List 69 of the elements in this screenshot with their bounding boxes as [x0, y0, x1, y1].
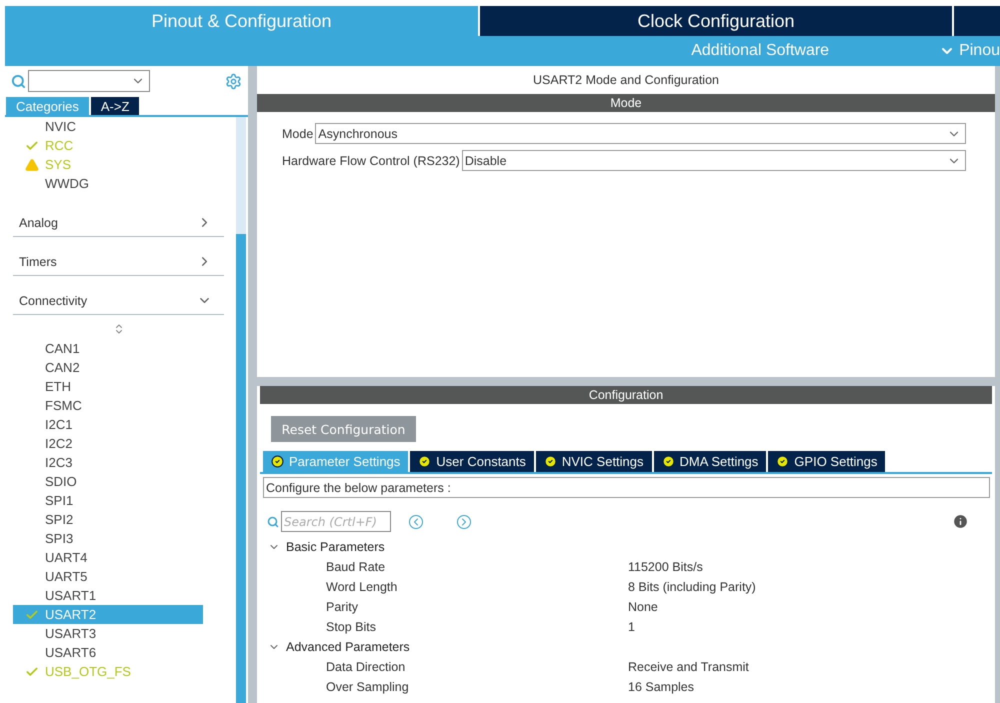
group-row[interactable]: Advanced Parameters	[268, 637, 992, 657]
config-tab[interactable]: GPIO Settings	[768, 451, 886, 472]
peripheral-item[interactable]: ETH	[13, 377, 224, 396]
config-tab[interactable]: NVIC Settings	[536, 451, 652, 472]
parameter-value[interactable]: Receive and Transmit	[628, 660, 749, 674]
peripheral-item[interactable]: USART6	[13, 643, 224, 662]
section-header: Mode	[257, 94, 995, 112]
scrollbar[interactable]	[995, 66, 1000, 703]
next-icon[interactable]	[457, 514, 471, 528]
field-label: Hardware Flow Control (RS232)	[282, 154, 460, 168]
parameter-name: Data Direction	[326, 660, 406, 674]
parameter-name: Stop Bits	[326, 620, 378, 634]
group-label: Advanced Parameters	[286, 640, 410, 654]
dropdown-field[interactable]: Disable	[462, 150, 966, 171]
peripheral-item[interactable]: WWDG	[13, 174, 224, 193]
field-label: Mode	[282, 126, 314, 140]
panel-title: USART2 Mode and Configuration	[532, 72, 720, 89]
peripheral-item[interactable]: SPI3	[13, 529, 224, 548]
peripheral-item[interactable]: FSMC	[13, 396, 224, 415]
dropdown-field[interactable]: Asynchronous	[315, 123, 966, 144]
parameter-name: Word Length	[326, 580, 398, 594]
peripheral-item[interactable]: SPI1	[13, 491, 224, 510]
peripheral-item[interactable]: I2C1	[13, 415, 224, 434]
section-header: Configuration	[260, 386, 992, 404]
check-circle-icon	[544, 455, 557, 468]
check-circle-icon	[662, 455, 675, 468]
category-label: Analog	[19, 216, 58, 230]
category-header[interactable]: Analog	[13, 198, 224, 237]
peripheral-item[interactable]: USART1	[13, 586, 224, 605]
category-label: Timers	[19, 255, 57, 269]
check-circle-icon	[271, 455, 284, 468]
category-label: Connectivity	[19, 294, 88, 308]
config-tab[interactable]: DMA Settings	[654, 451, 766, 472]
info-icon[interactable]	[952, 513, 969, 530]
parameter-value[interactable]: 8 Bits (including Parity)	[628, 580, 756, 594]
peripheral-item[interactable]: CAN2	[13, 358, 224, 377]
group-label: Basic Parameters	[286, 540, 385, 554]
search-field[interactable]: Search (Crtl+F)	[281, 511, 391, 532]
config-tab[interactable]: User Constants	[410, 451, 534, 472]
search-icon	[267, 516, 279, 528]
peripheral-item[interactable]: USART3	[13, 624, 224, 643]
view-tab[interactable]: A->Z	[90, 97, 140, 115]
check-circle-icon	[776, 455, 790, 468]
group-row[interactable]: Basic Parameters	[268, 537, 992, 557]
parameter-value[interactable]: 115200 Bits/s	[628, 560, 703, 574]
category-header[interactable]: Timers	[13, 237, 224, 276]
parameter-name: Over Sampling	[326, 680, 410, 694]
peripheral-item[interactable]: UART5	[13, 567, 224, 586]
parameter-name: Baud Rate	[326, 560, 386, 574]
parameter-value[interactable]: None	[628, 600, 658, 614]
peripheral-item[interactable]: SPI2	[13, 510, 224, 529]
parameter-value[interactable]: 16 Samples	[628, 680, 694, 694]
check-circle-icon	[418, 455, 432, 468]
search-icon	[11, 74, 26, 88]
peripheral-item[interactable]: NVIC	[13, 117, 224, 136]
peripheral-item[interactable]: UART4	[13, 548, 224, 567]
parameter-name: Parity	[326, 600, 359, 614]
peripheral-item[interactable]: I2C3	[13, 453, 224, 472]
top-tab[interactable]: Clock Configuration	[480, 6, 954, 36]
parameter-value[interactable]: 1	[628, 620, 635, 634]
peripheral-item[interactable]: I2C2	[13, 434, 224, 453]
category-header[interactable]: Connectivity	[13, 276, 224, 315]
settings-icon[interactable]	[225, 72, 242, 90]
scrollbar[interactable]	[236, 117, 246, 703]
search-combo[interactable]	[28, 70, 150, 92]
description-field: Configure the below parameters :	[263, 477, 990, 498]
peripheral-item[interactable]: SDIO	[13, 472, 224, 491]
peripheral-item[interactable]: CAN1	[13, 339, 224, 358]
previous-icon[interactable]	[409, 514, 423, 528]
